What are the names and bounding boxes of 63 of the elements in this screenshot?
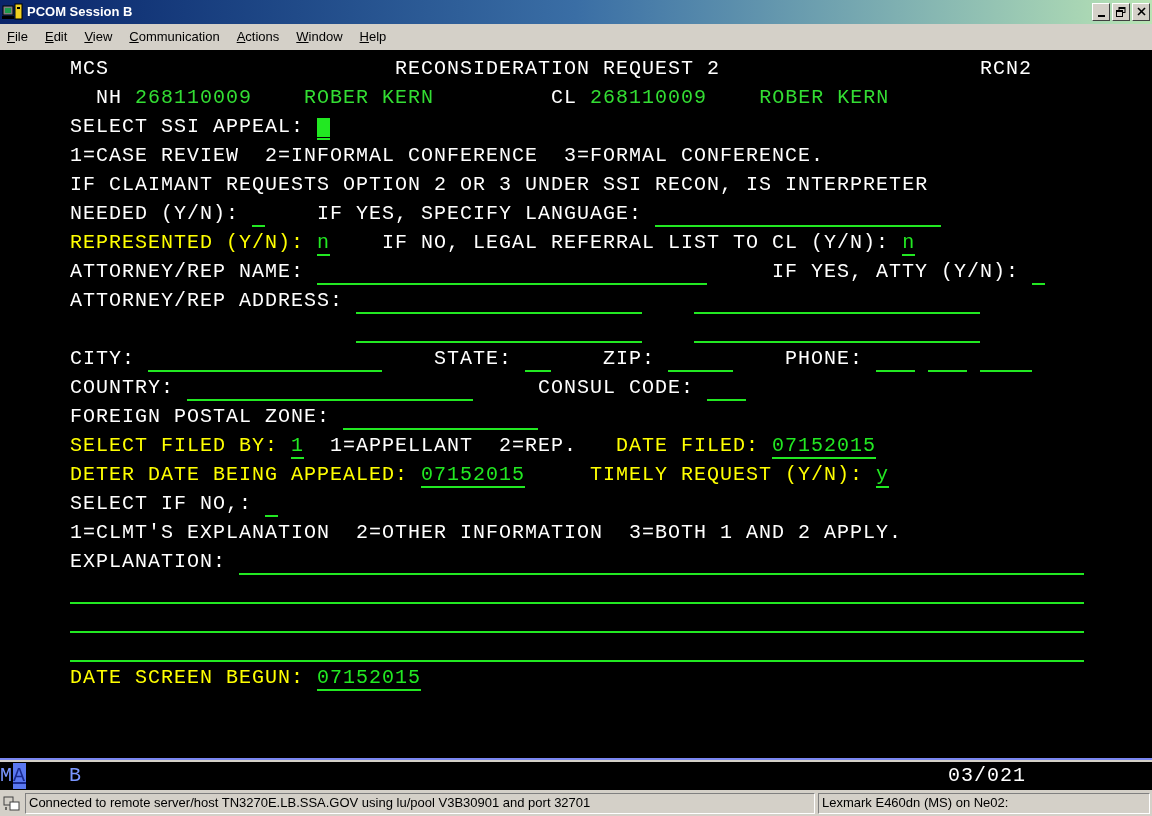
screen-label: DATE FILED: [616,432,760,459]
screen-label: SELECT IF NO,: [70,490,253,517]
close-icon [1136,7,1146,17]
screen-label: SELECT FILED BY: [70,432,279,459]
screen-label: CL [551,84,578,111]
screen-label: ROBER KERN [759,84,890,111]
menu-item[interactable]: Help [359,27,387,47]
screen-label: IF YES, ATTY (Y/N): [772,258,1020,285]
menu-item[interactable]: Communication [129,27,220,47]
screen-label: STATE: [434,345,513,372]
close-button[interactable] [1132,3,1150,21]
screen-label: IF NO, LEGAL REFERRAL LIST TO CL (Y/N): [382,229,890,256]
connection-status: Connected to remote server/host TN3270E.LB.SSA.GOV using lu/pool V3B30901 and port 32701 [25,792,815,814]
input-field[interactable]: y [876,461,890,488]
cursor-indicator: A [13,763,27,790]
restore-icon [1116,7,1126,17]
minimize-icon [1097,15,1105,17]
screen-label: 268110009 [135,84,253,111]
menu-item[interactable]: Actions [236,27,280,47]
screen-label: 1=CASE REVIEW 2=INFORMAL CONFERENCE 3=FORMAL CONFERENCE. [70,142,825,169]
cursor-position: 03/021 [948,763,1027,790]
screen-label: RECONSIDERATION REQUEST 2 [395,55,721,82]
screen-label: MCS [70,55,109,82]
screen-label: RCN2 [980,55,1033,82]
menu-item[interactable]: File [7,27,28,47]
terminal-app-icon [2,3,24,21]
screen-label: ROBER KERN [304,84,435,111]
screen-label: DETER DATE BEING APPEALED: [70,461,409,488]
screen-label: CITY: [70,345,135,372]
screen-label: COUNTRY: [70,374,174,401]
screen-label: IF CLAIMANT REQUESTS OPTION 2 OR 3 UNDER SSI RECON, IS INTERPRETER [70,171,929,198]
screen-label: REPRESENTED (Y/N): [70,229,305,256]
input-field[interactable]: n [317,229,331,256]
screen-label: CONSUL CODE: [538,374,695,401]
menu-item[interactable]: Edit [44,27,68,47]
screen-label: NEEDED (Y/N): [70,200,240,227]
input-field[interactable]: 07152015 [317,664,422,691]
screen-label: NH [96,84,122,111]
screen-label: SELECT SSI APPEAL: [70,113,305,140]
screen-label: 268110009 [590,84,708,111]
screen-label: ATTORNEY/REP ADDRESS: [70,287,344,314]
screen-label: IF YES, SPECIFY LANGUAGE: [317,200,643,227]
screen-label: FOREIGN POSTAL ZONE: [70,403,331,430]
window-title: PCOM Session B [27,3,133,22]
screen-label: ZIP: [603,345,656,372]
minimize-button[interactable] [1092,3,1110,21]
screen-label: PHONE: [785,345,864,372]
restore-button[interactable] [1112,3,1130,21]
text-cursor [317,117,331,137]
screen-label: 1=CLMT'S EXPLANATION 2=OTHER INFORMATION 3=BOTH 1 AND 2 APPLY. [70,519,903,546]
screen-label: DATE SCREEN BEGUN: [70,664,305,691]
menu-item[interactable]: View [84,27,113,47]
menu-item[interactable]: Window [296,27,343,47]
screen-label: EXPLANATION: [70,548,227,575]
input-field[interactable]: 1 [291,432,305,459]
printer-status: Lexmark E460dn (MS) on Ne02: [818,792,1150,814]
screen-label: 1=APPELLANT 2=REP. [330,432,578,459]
input-field[interactable]: 07152015 [772,432,877,459]
screen-label: TIMELY REQUEST (Y/N): [590,461,864,488]
screen-label: ATTORNEY/REP NAME: [70,258,305,285]
input-field[interactable]: n [902,229,916,256]
session-indicator: B [69,763,83,790]
input-field[interactable]: 07152015 [421,461,526,488]
